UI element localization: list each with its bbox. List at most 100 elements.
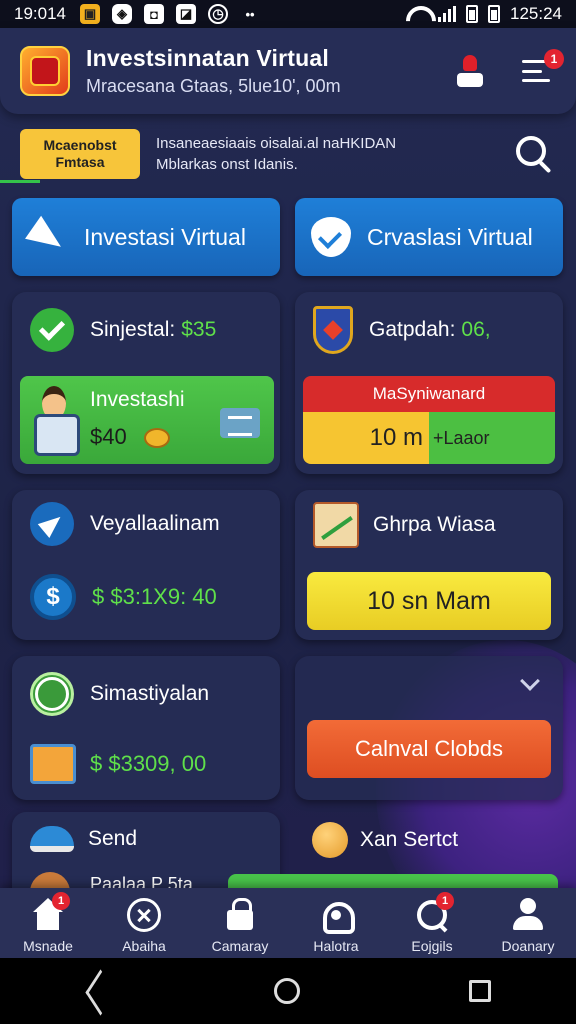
search-icon[interactable] xyxy=(512,132,556,176)
nav-label: Msnade xyxy=(23,938,73,954)
hat-icon xyxy=(30,826,74,852)
nav-item-abaiha[interactable]: Abaiha xyxy=(96,888,192,958)
nav-item-halotra[interactable]: Halotra xyxy=(288,888,384,958)
status-time: 19:014 xyxy=(14,4,66,23)
user-icon xyxy=(455,53,485,89)
check-icon xyxy=(30,308,74,352)
progress-fill: 10 m xyxy=(303,412,429,464)
alarm-icon: ◷ xyxy=(208,4,228,24)
card-veyallaalinam: Veyallaalinam $ $ $3:1X9: 40 xyxy=(12,490,280,640)
ticker-tag-line1: Mcaenobst xyxy=(43,137,117,153)
card-ghrpa-wiasa: Ghrpa Wiasa 10 sn Mam xyxy=(295,490,563,640)
nav-label: Doanary xyxy=(501,938,555,954)
app-logo[interactable] xyxy=(20,46,70,96)
system-navigation-bar xyxy=(0,958,576,1024)
card1-value: $35 xyxy=(181,318,217,341)
menu-notification-badge: 1 xyxy=(544,49,564,69)
emblem-icon xyxy=(313,306,353,354)
shield-check-icon xyxy=(311,217,351,257)
news-icon: ◪ xyxy=(176,4,196,24)
card1-label: Sinjestal: xyxy=(90,318,176,341)
nav-item-camaray[interactable]: Camaray xyxy=(192,888,288,958)
status-bar: 19:014 ▣ ◈ ◘ ◪ ◷ •• 125:24 xyxy=(0,0,576,28)
progress-panel[interactable]: MaSyniwanard 10 m +Laaor xyxy=(303,376,555,464)
chevron-down-icon[interactable] xyxy=(520,671,540,691)
crvaslasi-virtual-label: Crvaslasi Virtual xyxy=(367,223,533,250)
nav-badge-home: 1 xyxy=(52,892,70,910)
coins-icon xyxy=(144,428,170,448)
investasi-virtual-button[interactable]: Investasi Virtual xyxy=(12,198,280,276)
wallet-icon xyxy=(30,744,76,784)
plane-icon xyxy=(30,502,74,546)
investashi-label: Investashi xyxy=(90,388,185,411)
nav-badge-search: 1 xyxy=(436,892,454,910)
progress-suffix: +Laaor xyxy=(433,427,490,448)
nav-label: Abaiha xyxy=(122,938,166,954)
battery-alt-icon xyxy=(488,5,500,23)
ticker-text-line1: Insaneaesiaais oisalai.al naHKIDAN xyxy=(156,135,397,152)
card5-amount: $ $3309, 00 xyxy=(90,751,207,776)
send-label[interactable]: Send xyxy=(88,827,137,851)
home-circle-icon[interactable] xyxy=(273,978,300,1004)
card-sinjestal: Sinjestal: $35 Investashi $40 xyxy=(12,292,280,474)
ticker-tag[interactable]: Mcaenobst Fmtasa xyxy=(20,129,140,179)
coin-icon xyxy=(312,822,348,858)
ticker-progress-bar xyxy=(0,180,40,183)
nav-item-doanary[interactable]: Doanary xyxy=(480,888,576,958)
xan-sertct-row[interactable]: Xan Sertct xyxy=(312,822,458,858)
close-circle-icon xyxy=(127,898,161,932)
card2-value: 06, xyxy=(461,318,491,341)
app-header: Investsinnatan Virtual Mracesana Gtaas, … xyxy=(0,28,576,114)
wifi-icon xyxy=(406,6,428,22)
yellow-action-button[interactable]: 10 sn Mam xyxy=(307,572,551,630)
person-icon xyxy=(511,898,545,932)
investor-avatar-icon xyxy=(30,386,80,456)
progress-title: MaSyniwanard xyxy=(303,376,555,412)
dollar-icon: $ xyxy=(30,574,76,620)
progress-value: 10 m xyxy=(369,424,423,451)
crvaslasi-virtual-button[interactable]: Crvaslasi Virtual xyxy=(295,198,563,276)
back-icon[interactable] xyxy=(85,979,105,1003)
camera-icon: ◘ xyxy=(144,4,164,24)
ticker-text-line2: Mblarkas onst Idanis. xyxy=(156,156,298,173)
recent-apps-icon[interactable] xyxy=(469,980,492,1002)
camera-icon xyxy=(319,898,355,934)
app-screen: 19:014 ▣ ◈ ◘ ◪ ◷ •• 125:24 Investsinnata… xyxy=(0,0,576,1024)
card5-label: Simastiyalan xyxy=(90,682,210,705)
yellow-action-label: 10 sn Mam xyxy=(367,586,491,615)
document-icon[interactable] xyxy=(220,408,260,438)
xan-sertct-label: Xan Sertct xyxy=(360,828,459,851)
card4-label: Ghrpa Wiasa xyxy=(373,513,496,536)
menu-button[interactable]: 1 xyxy=(516,49,564,91)
logo-mark xyxy=(30,56,60,86)
progress-bar: 10 m +Laaor xyxy=(303,412,555,464)
app-title: Investsinnatan Virtual xyxy=(86,45,329,71)
card-calnval: Calnval Clobds xyxy=(295,656,563,800)
header-titles: Investsinnatan Virtual Mracesana Gtaas, … xyxy=(86,45,424,97)
more-icon: •• xyxy=(245,6,255,22)
battery-icon xyxy=(466,5,478,23)
nav-label: Halotra xyxy=(313,938,359,954)
nav-item-eojgils[interactable]: 1 Eojgils xyxy=(384,888,480,958)
card-gatpdah: Gatpdah: 06, MaSyniwanard 10 m +Laaor xyxy=(295,292,563,474)
no-entry-icon xyxy=(30,672,74,716)
progress-remainder: +Laaor xyxy=(429,412,555,464)
profile-button[interactable] xyxy=(450,51,490,91)
lock-icon xyxy=(223,898,257,932)
app-icon: ◈ xyxy=(112,4,132,24)
notification-icon: ▣ xyxy=(80,4,100,24)
app-subtitle: Mracesana Gtaas, 5lue10', 00m xyxy=(86,76,341,96)
bottom-navigation: 1 Msnade Abaiha Camaray Halotra 1 Eojgil… xyxy=(0,888,576,958)
ticker-tag-line2: Fmtasa xyxy=(55,154,105,170)
ticker-text: Insaneaesiaais oisalai.al naHKIDAN Mblar… xyxy=(156,133,512,175)
nav-item-msnade[interactable]: 1 Msnade xyxy=(0,888,96,958)
announcement-ticker: Mcaenobst Fmtasa Insaneaesiaais oisalai.… xyxy=(0,124,576,184)
orange-action-label: Calnval Clobds xyxy=(355,736,503,761)
send-icon xyxy=(28,217,68,257)
investashi-panel[interactable]: Investashi $40 xyxy=(20,376,274,464)
chart-icon xyxy=(313,502,359,548)
signal-icon xyxy=(438,6,456,22)
card2-label: Gatpdah: xyxy=(369,318,456,341)
orange-action-button[interactable]: Calnval Clobds xyxy=(307,720,551,778)
investashi-amount: $40 xyxy=(90,424,127,449)
